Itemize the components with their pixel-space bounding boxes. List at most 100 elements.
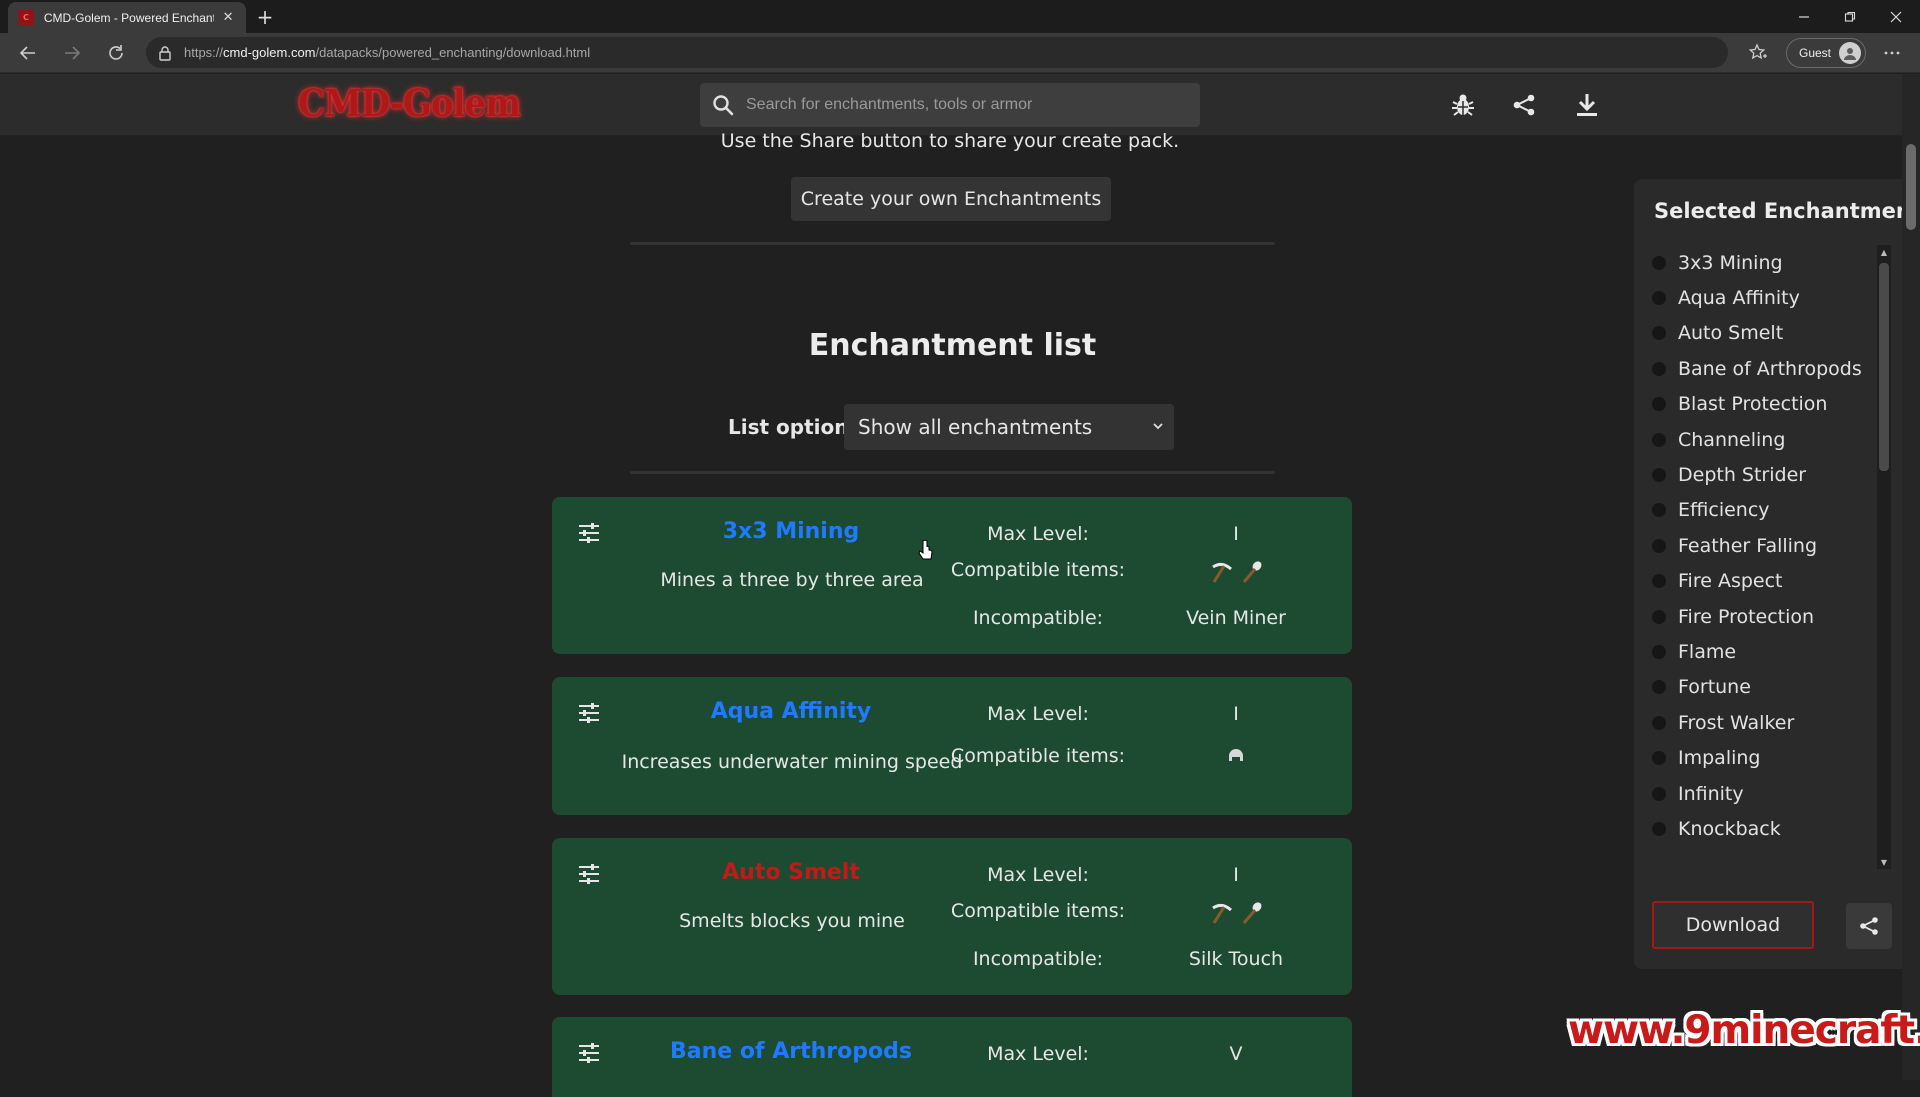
bullet-icon [1652,786,1666,801]
bug-report-icon[interactable] [1448,90,1478,120]
browser-tab[interactable]: C CMD-Golem - Powered Enchanting ✕ [8,2,246,33]
site-header: CMD-Golem [0,74,1902,136]
selected-enchantment-item[interactable]: Auto Smelt [1652,316,1872,351]
url-text[interactable]: https://cmd-golem.com/datapacks/powered_… [184,45,590,60]
selected-enchantment-label: Aqua Affinity [1678,287,1800,310]
sidebar-scrollbar[interactable]: ▲ ▼ [1877,245,1891,869]
selected-enchantment-item[interactable]: Flame [1652,634,1872,669]
scroll-up-icon[interactable]: ▲ [1877,245,1891,259]
selected-enchantment-label: Depth Strider [1678,464,1807,487]
selected-enchantment-item[interactable]: Fortune [1652,670,1872,705]
profile-button[interactable]: Guest [1786,38,1866,68]
bullet-icon [1652,609,1666,624]
reload-icon[interactable] [102,39,130,67]
selected-enchantment-item[interactable]: Channeling [1652,422,1872,457]
selected-enchantment-item[interactable]: Efficiency [1652,493,1872,528]
max-level-value: I [1233,523,1239,545]
lock-icon[interactable] [158,45,172,61]
search-icon [712,94,734,116]
selected-enchantment-item[interactable]: Blast Protection [1652,387,1872,422]
selected-enchantment-item[interactable]: Depth Strider [1652,457,1872,492]
minimize-icon[interactable] [1784,4,1824,30]
selected-enchantment-label: 3x3 Mining [1678,251,1783,274]
selected-enchantment-item[interactable]: Impaling [1652,740,1872,775]
chevron-down-icon [1152,420,1164,432]
new-tab-icon[interactable]: + [254,6,276,28]
create-enchantments-button[interactable]: Create your own Enchantments [791,177,1111,221]
download-button[interactable]: Download [1652,901,1814,949]
profile-label: Guest [1799,46,1832,60]
list-options-select[interactable]: Show all enchantments [844,404,1174,450]
share-icon[interactable] [1509,90,1539,120]
bullet-icon [1652,291,1666,306]
close-tab-icon[interactable]: ✕ [220,10,236,26]
bullet-icon [1652,680,1666,695]
bullet-icon [1652,821,1666,836]
bullet-icon [1652,715,1666,730]
bullet-icon [1652,361,1666,376]
bullet-icon [1652,326,1666,341]
forward-icon[interactable] [58,39,86,67]
selected-enchantment-label: Auto Smelt [1678,322,1784,345]
selected-enchantments-list[interactable]: 3x3 Mining Aqua Affinity Auto Smelt Bane of… [1652,245,1872,851]
bullet-icon [1652,255,1666,270]
selected-enchantment-item[interactable]: Fire Protection [1652,599,1872,634]
selected-enchantment-item[interactable]: Infinity [1652,776,1872,811]
selected-enchantment-label: Flame [1678,640,1737,663]
site-logo[interactable]: CMD-Golem [298,82,521,126]
back-icon[interactable] [14,39,42,67]
share-button[interactable] [1846,903,1892,949]
download-icon[interactable] [1572,90,1602,120]
bullet-icon [1652,468,1666,483]
incompatible-value[interactable]: Silk Touch [1086,948,1386,970]
selected-enchantment-label: Frost Walker [1678,711,1795,734]
close-window-icon[interactable] [1876,4,1916,30]
max-level-value: V [1229,1043,1243,1065]
pickaxe-icon [1210,901,1234,925]
share-icon [1859,916,1879,936]
search-box[interactable] [700,83,1200,127]
selected-enchantments-panel: Selected Enchantments 3x3 Mining Aqua Aff… [1634,179,1920,969]
selected-enchantment-item[interactable]: Fire Aspect [1652,564,1872,599]
avatar [1839,42,1861,64]
selected-enchantment-label: Knockback [1678,817,1781,840]
selected-enchantment-label: Fire Protection [1678,605,1815,628]
selected-enchantment-item[interactable]: Frost Walker [1652,705,1872,740]
shovel-icon [1240,560,1264,584]
bullet-icon [1652,503,1666,518]
scroll-down-icon[interactable]: ▼ [1877,855,1891,869]
site-favicon-icon: C [18,9,34,26]
selected-enchantment-item[interactable]: 3x3 Mining [1652,245,1872,280]
selected-enchantment-label: Fire Aspect [1678,570,1783,593]
restore-icon[interactable] [1830,4,1870,30]
page-scrollbar[interactable] [1902,74,1920,1080]
scrollbar-thumb[interactable] [1879,263,1889,471]
address-bar[interactable]: https://cmd-golem.com/datapacks/powered_… [146,37,1728,68]
bullet-icon [1652,751,1666,766]
shovel-icon [1240,901,1264,925]
search-input[interactable] [746,96,1186,114]
divider [630,242,1275,245]
selected-enchantment-item[interactable]: Aqua Affinity [1652,280,1872,315]
selected-enchantment-item[interactable]: Leaping [1652,847,1872,851]
compatible-items-label: Compatible items: [950,900,1126,922]
mouse-cursor-icon [918,540,934,562]
divider [630,471,1275,474]
bullet-icon [1652,644,1666,659]
max-level-value: I [1233,864,1239,886]
selected-enchantment-item[interactable]: Bane of Arthropods [1652,351,1872,386]
more-options-icon[interactable] [1878,39,1906,67]
incompatible-value[interactable]: Vein Miner [1086,607,1386,629]
selected-enchantment-item[interactable]: Knockback [1652,811,1872,846]
list-options-value: Show all enchantments [858,415,1093,439]
bullet-icon [1652,574,1666,589]
favorites-icon[interactable] [1744,39,1772,67]
watermark: www.9minecraft.net [1568,1008,1920,1053]
enchantment-card: Aqua Affinity Increases underwater minin… [552,677,1352,815]
selected-enchantment-label: Blast Protection [1678,393,1828,416]
compatible-items-label: Compatible items: [950,745,1126,767]
selected-enchantment-item[interactable]: Feather Falling [1652,528,1872,563]
browser-toolbar: https://cmd-golem.com/datapacks/powered_… [0,33,1920,73]
selected-enchantment-label: Efficiency [1678,499,1770,522]
page-scrollbar-thumb[interactable] [1906,144,1916,230]
